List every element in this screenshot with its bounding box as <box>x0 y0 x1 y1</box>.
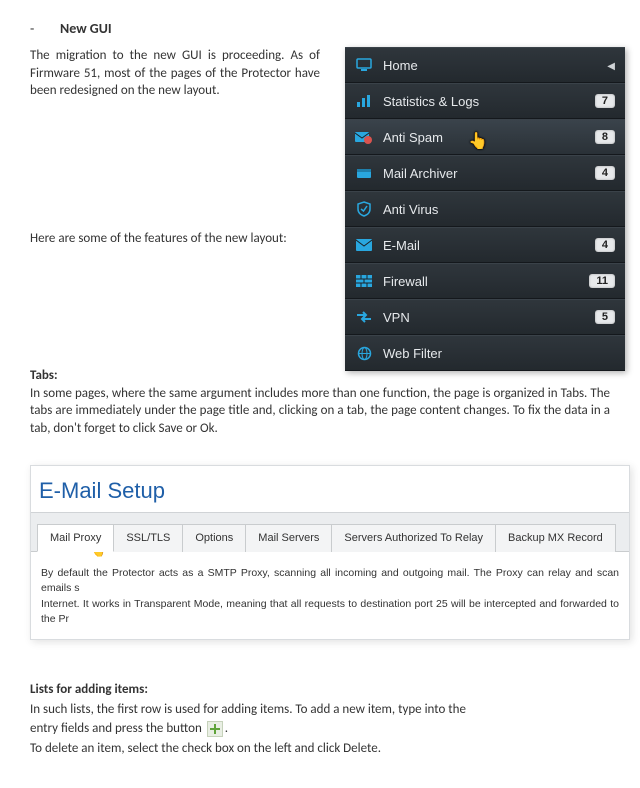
add-icon[interactable] <box>207 721 223 737</box>
brick-icon <box>355 274 373 288</box>
sidemenu-item-anti-spam[interactable]: Anti Spam 8 <box>345 119 625 155</box>
email-setup-title: E-Mail Setup <box>31 466 629 506</box>
count-badge: 7 <box>595 94 615 108</box>
email-body-line1: By default the Protector acts as a SMTP … <box>41 567 619 594</box>
sidemenu-item-label: VPN <box>383 310 410 325</box>
lists-section-title: Lists for adding items: <box>30 682 148 697</box>
tab-mail-proxy[interactable]: Mail Proxy <box>37 524 114 552</box>
email-setup-panel: E-Mail Setup Mail ProxySSL/TLSOptionsMai… <box>30 465 630 640</box>
bullet-dash: - <box>30 20 60 37</box>
sidemenu-item-label: Statistics & Logs <box>383 94 479 109</box>
email-tab-body: By default the Protector acts as a SMTP … <box>31 552 629 639</box>
bars-icon <box>355 94 373 108</box>
count-badge: 4 <box>595 166 615 180</box>
sidemenu-item-e-mail[interactable]: E-Mail 4 <box>345 227 625 263</box>
sidemenu: Home ◀ Statistics & Logs 7 Anti Spam 8 Mail Ar… <box>345 47 625 371</box>
count-badge: 8 <box>595 130 615 144</box>
sidemenu-item-label: Home <box>383 58 418 73</box>
sidemenu-item-label: Anti Virus <box>383 202 438 217</box>
features-intro: Here are some of the features of the new… <box>30 230 320 248</box>
lists-section: Lists for adding items: In such lists, t… <box>30 680 610 758</box>
tab-mail-servers[interactable]: Mail Servers <box>245 524 332 552</box>
sidemenu-item-label: E-Mail <box>383 238 420 253</box>
tab-backup-mx-record[interactable]: Backup MX Record <box>495 524 616 552</box>
tab-servers-authorized-to-relay[interactable]: Servers Authorized To Relay <box>331 524 496 552</box>
count-badge: 5 <box>595 310 615 324</box>
intro-paragraph: The migration to the new GUI is proceedi… <box>30 47 320 100</box>
sidemenu-item-web-filter[interactable]: Web Filter <box>345 335 625 371</box>
section-heading: New GUI <box>60 20 112 37</box>
lists-line1: In such lists, the first row is used for… <box>30 702 466 717</box>
lists-line3: To delete an item, select the check box … <box>30 741 381 756</box>
sidemenu-item-mail-archiver[interactable]: Mail Archiver 4 <box>345 155 625 191</box>
sidemenu-item-label: Web Filter <box>383 346 442 361</box>
inbox-icon <box>355 166 373 180</box>
shield-icon <box>355 202 373 216</box>
sidemenu-item-statistics-logs[interactable]: Statistics & Logs 7 <box>345 83 625 119</box>
email-tabstrip: Mail ProxySSL/TLSOptionsMail ServersServ… <box>31 513 629 552</box>
count-badge: 4 <box>595 238 615 252</box>
lists-line2a: entry fields and press the button <box>30 721 205 736</box>
monitor-icon <box>355 58 373 72</box>
sidemenu-item-label: Firewall <box>383 274 428 289</box>
section-heading-row: - New GUI <box>30 20 610 37</box>
count-badge: 11 <box>589 274 615 288</box>
lists-line2b: . <box>225 721 228 736</box>
tab-options[interactable]: Options <box>182 524 246 552</box>
sidemenu-item-label: Anti Spam <box>383 130 443 145</box>
envelope-icon <box>355 238 373 252</box>
email-body-line2: Internet. It works in Transparent Mode, … <box>41 598 619 625</box>
sidemenu-item-anti-virus[interactable]: Anti Virus <box>345 191 625 227</box>
globe-icon <box>355 346 373 360</box>
sidemenu-item-label: Mail Archiver <box>383 166 457 181</box>
tab-ssl-tls[interactable]: SSL/TLS <box>113 524 183 552</box>
caret-left-icon: ◀ <box>607 59 615 72</box>
lock-swap-icon <box>355 310 373 324</box>
tabs-section: Tabs: In some pages, where the same argu… <box>30 367 610 437</box>
tabs-section-body: In some pages, where the same argument i… <box>30 386 610 436</box>
sidemenu-item-home[interactable]: Home ◀ <box>345 47 625 83</box>
sidemenu-item-firewall[interactable]: Firewall 11 <box>345 263 625 299</box>
sidemenu-item-vpn[interactable]: VPN 5 <box>345 299 625 335</box>
envelope-x-icon <box>355 130 373 144</box>
tabs-section-title: Tabs: <box>30 368 58 383</box>
